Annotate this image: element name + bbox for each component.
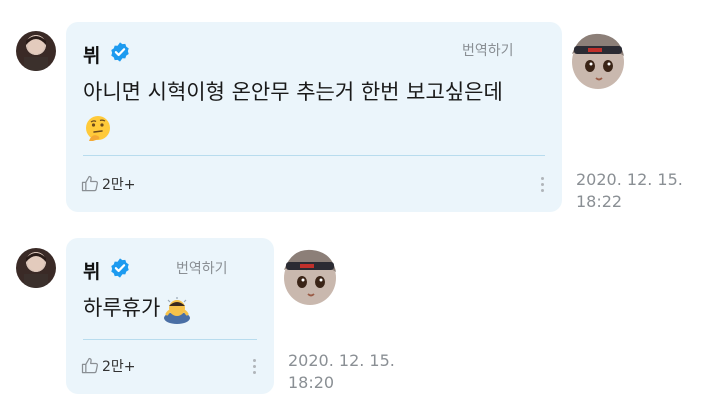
avatar[interactable]	[16, 248, 56, 288]
sender-name: 뷔	[83, 45, 101, 67]
message-text: 하루휴가	[83, 290, 263, 326]
message-text: 아니면 시혁이형 온안무 추는거 한번 보고싶은데	[83, 74, 553, 146]
message-timestamp: 2020. 12. 15. 18:22	[576, 169, 683, 213]
like-button[interactable]: 2만+	[80, 174, 136, 194]
thumbs-up-icon	[81, 175, 98, 192]
message-bubble: 뷔 번역하기 아니면 시혁이형 온안무 추는거 한번 보고싶은데 2만+	[66, 22, 562, 212]
sender-name: 뷔	[83, 261, 101, 283]
sticker-character-icon	[572, 33, 624, 89]
message-text-content: 하루휴가	[83, 296, 161, 320]
verified-badge-icon	[111, 258, 129, 278]
chat-feed: 뷔 번역하기 아니면 시혁이형 온안무 추는거 한번 보고싶은데 2만+ 202…	[0, 0, 702, 410]
sticker-character-icon	[284, 249, 336, 305]
message-date: 2020. 12. 15.	[288, 351, 395, 370]
thumbs-up-icon	[81, 357, 98, 374]
message-bubble: 뷔 번역하기 하루휴가 2만+	[66, 238, 274, 394]
divider	[83, 155, 545, 156]
message-timestamp: 2020. 12. 15. 18:20	[288, 350, 395, 394]
bowing-person-icon	[164, 297, 191, 324]
thinking-face-icon	[86, 116, 110, 141]
message-time: 18:22	[576, 192, 623, 211]
more-vertical-icon[interactable]	[251, 359, 257, 377]
message-time: 18:20	[288, 373, 335, 392]
message-text-content: 아니면 시혁이형 온안무 추는거 한번 보고싶은데	[83, 80, 503, 104]
like-count: 2만+	[102, 359, 136, 375]
message-date: 2020. 12. 15.	[576, 170, 683, 189]
avatar[interactable]	[16, 31, 56, 71]
translate-button[interactable]: 번역하기	[176, 258, 228, 278]
divider	[83, 339, 257, 340]
like-count: 2만+	[102, 177, 136, 193]
verified-badge-icon	[111, 42, 129, 62]
more-vertical-icon[interactable]	[539, 177, 545, 195]
translate-button[interactable]: 번역하기	[462, 40, 514, 60]
like-button[interactable]: 2만+	[80, 356, 136, 376]
